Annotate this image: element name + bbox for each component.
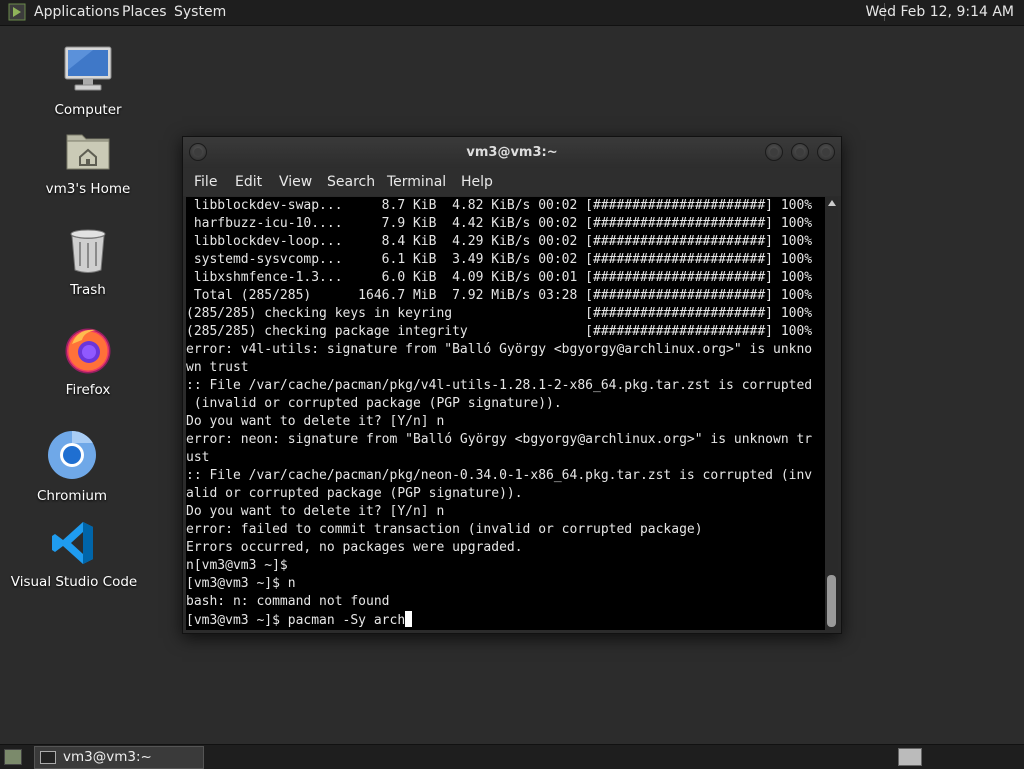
terminal-icon [40, 751, 56, 764]
terminal-line: (invalid or corrupted package (PGP signa… [186, 396, 562, 411]
terminal-line: error: neon: signature from "Balló Györg… [186, 432, 813, 447]
places-menu[interactable]: Places [122, 4, 167, 20]
terminal-line: Do you want to delete it? [Y/n] n [186, 414, 445, 429]
terminal-line: :: File /var/cache/pacman/pkg/v4l-utils-… [186, 378, 813, 393]
terminal-output[interactable]: libblockdev-swap... 8.7 KiB 4.82 KiB/s 0… [186, 197, 825, 630]
terminal-line: (285/285) checking package integrity [##… [186, 324, 813, 339]
terminal-line: alid or corrupted package (PGP signature… [186, 486, 523, 501]
desktop-icon-firefox[interactable]: Firefox [23, 326, 153, 398]
desktop-icon-chromium[interactable]: Chromium [7, 430, 137, 504]
terminal-line: ust [186, 450, 210, 465]
firefox-icon [65, 328, 111, 374]
show-desktop-icon[interactable] [4, 749, 22, 765]
menu-search[interactable]: Search [327, 174, 375, 190]
scroll-up-arrow-icon[interactable] [828, 200, 836, 206]
text-cursor [405, 611, 413, 627]
desktop-icon-label: Firefox [65, 382, 111, 398]
terminal-line: libxshmfence-1.3... 6.0 KiB 4.09 KiB/s 0… [186, 270, 813, 285]
clock[interactable]: Wed Feb 12, 9:14 AM [866, 4, 1014, 20]
terminal-window[interactable]: vm3@vm3:~ File Edit View Search Terminal… [182, 136, 842, 634]
taskbar-window-label: vm3@vm3:~ [63, 749, 152, 765]
desktop-icon-label: Computer [54, 102, 122, 118]
desktop-icon-home[interactable]: vm3's Home [23, 127, 153, 197]
workspace-switcher[interactable] [898, 748, 922, 766]
chromium-icon [48, 431, 96, 479]
taskbar-window-button[interactable]: vm3@vm3:~ [34, 746, 204, 769]
title-bar[interactable]: vm3@vm3:~ [183, 137, 841, 168]
trash-icon [70, 229, 106, 273]
terminal-line: systemd-sysvcomp... 6.1 KiB 3.49 KiB/s 0… [186, 252, 813, 267]
menu-bar: File Edit View Search Terminal Help [183, 168, 841, 196]
menu-file[interactable]: File [194, 174, 217, 190]
menu-terminal[interactable]: Terminal [387, 174, 446, 190]
minimize-button[interactable] [765, 143, 783, 161]
terminal-line: libblockdev-swap... 8.7 KiB 4.82 KiB/s 0… [186, 198, 813, 213]
desktop-icon-trash[interactable]: Trash [23, 228, 153, 298]
terminal-lines: libblockdev-swap... 8.7 KiB 4.82 KiB/s 0… [186, 197, 812, 629]
system-menu[interactable]: System [174, 4, 226, 20]
home-folder-icon [66, 134, 110, 170]
desktop-icon-label: Trash [70, 282, 106, 298]
desktop-icon-label: Chromium [36, 488, 108, 504]
terminal-line: error: v4l-utils: signature from "Balló … [186, 342, 813, 357]
desktop-icon-vscode[interactable]: Visual Studio Code [9, 520, 139, 590]
terminal-prompt-line: [vm3@vm3 ~]$ pacman -Sy arch [186, 611, 812, 629]
applications-menu[interactable]: Applications [34, 4, 120, 20]
maximize-button[interactable] [791, 143, 809, 161]
top-panel: Applications Places System Wed Feb 12, 9… [0, 0, 1024, 26]
computer-icon [64, 46, 112, 91]
terminal-line: error: failed to commit transaction (inv… [186, 522, 703, 537]
terminal-line: Errors occurred, no packages were upgrad… [186, 540, 523, 555]
bottom-panel: vm3@vm3:~ [0, 744, 1024, 769]
vscode-icon [52, 522, 93, 564]
desktop-icon-label: vm3's Home [45, 181, 131, 197]
prompt-text: [vm3@vm3 ~]$ pacman -Sy arch [186, 613, 406, 628]
terminal-line: Total (285/285) 1646.7 MiB 7.92 MiB/s 03… [186, 288, 813, 303]
terminal-line: [vm3@vm3 ~]$ n [186, 576, 296, 591]
terminal-line: bash: n: command not found [186, 594, 390, 609]
close-button[interactable] [817, 143, 835, 161]
terminal-line: (285/285) checking keys in keyring [####… [186, 306, 813, 321]
applications-menu-icon[interactable] [8, 3, 26, 21]
scrollbar-thumb[interactable] [827, 575, 836, 627]
terminal-line: :: File /var/cache/pacman/pkg/neon-0.34.… [186, 468, 813, 483]
desktop-icon-computer[interactable]: Computer [23, 44, 153, 118]
menu-view[interactable]: View [279, 174, 312, 190]
scrollbar[interactable] [825, 197, 838, 630]
terminal-line: Do you want to delete it? [Y/n] n [186, 504, 445, 519]
window-title: vm3@vm3:~ [466, 145, 558, 160]
terminal-line: libblockdev-loop... 8.4 KiB 4.29 KiB/s 0… [186, 234, 813, 249]
terminal-line: harfbuzz-icu-10.... 7.9 KiB 4.42 KiB/s 0… [186, 216, 813, 231]
menu-edit[interactable]: Edit [235, 174, 262, 190]
terminal-line: n[vm3@vm3 ~]$ [186, 558, 288, 573]
terminal-line: wn trust [186, 360, 249, 375]
desktop-icon-label: Visual Studio Code [10, 574, 138, 590]
menu-help[interactable]: Help [461, 174, 493, 190]
